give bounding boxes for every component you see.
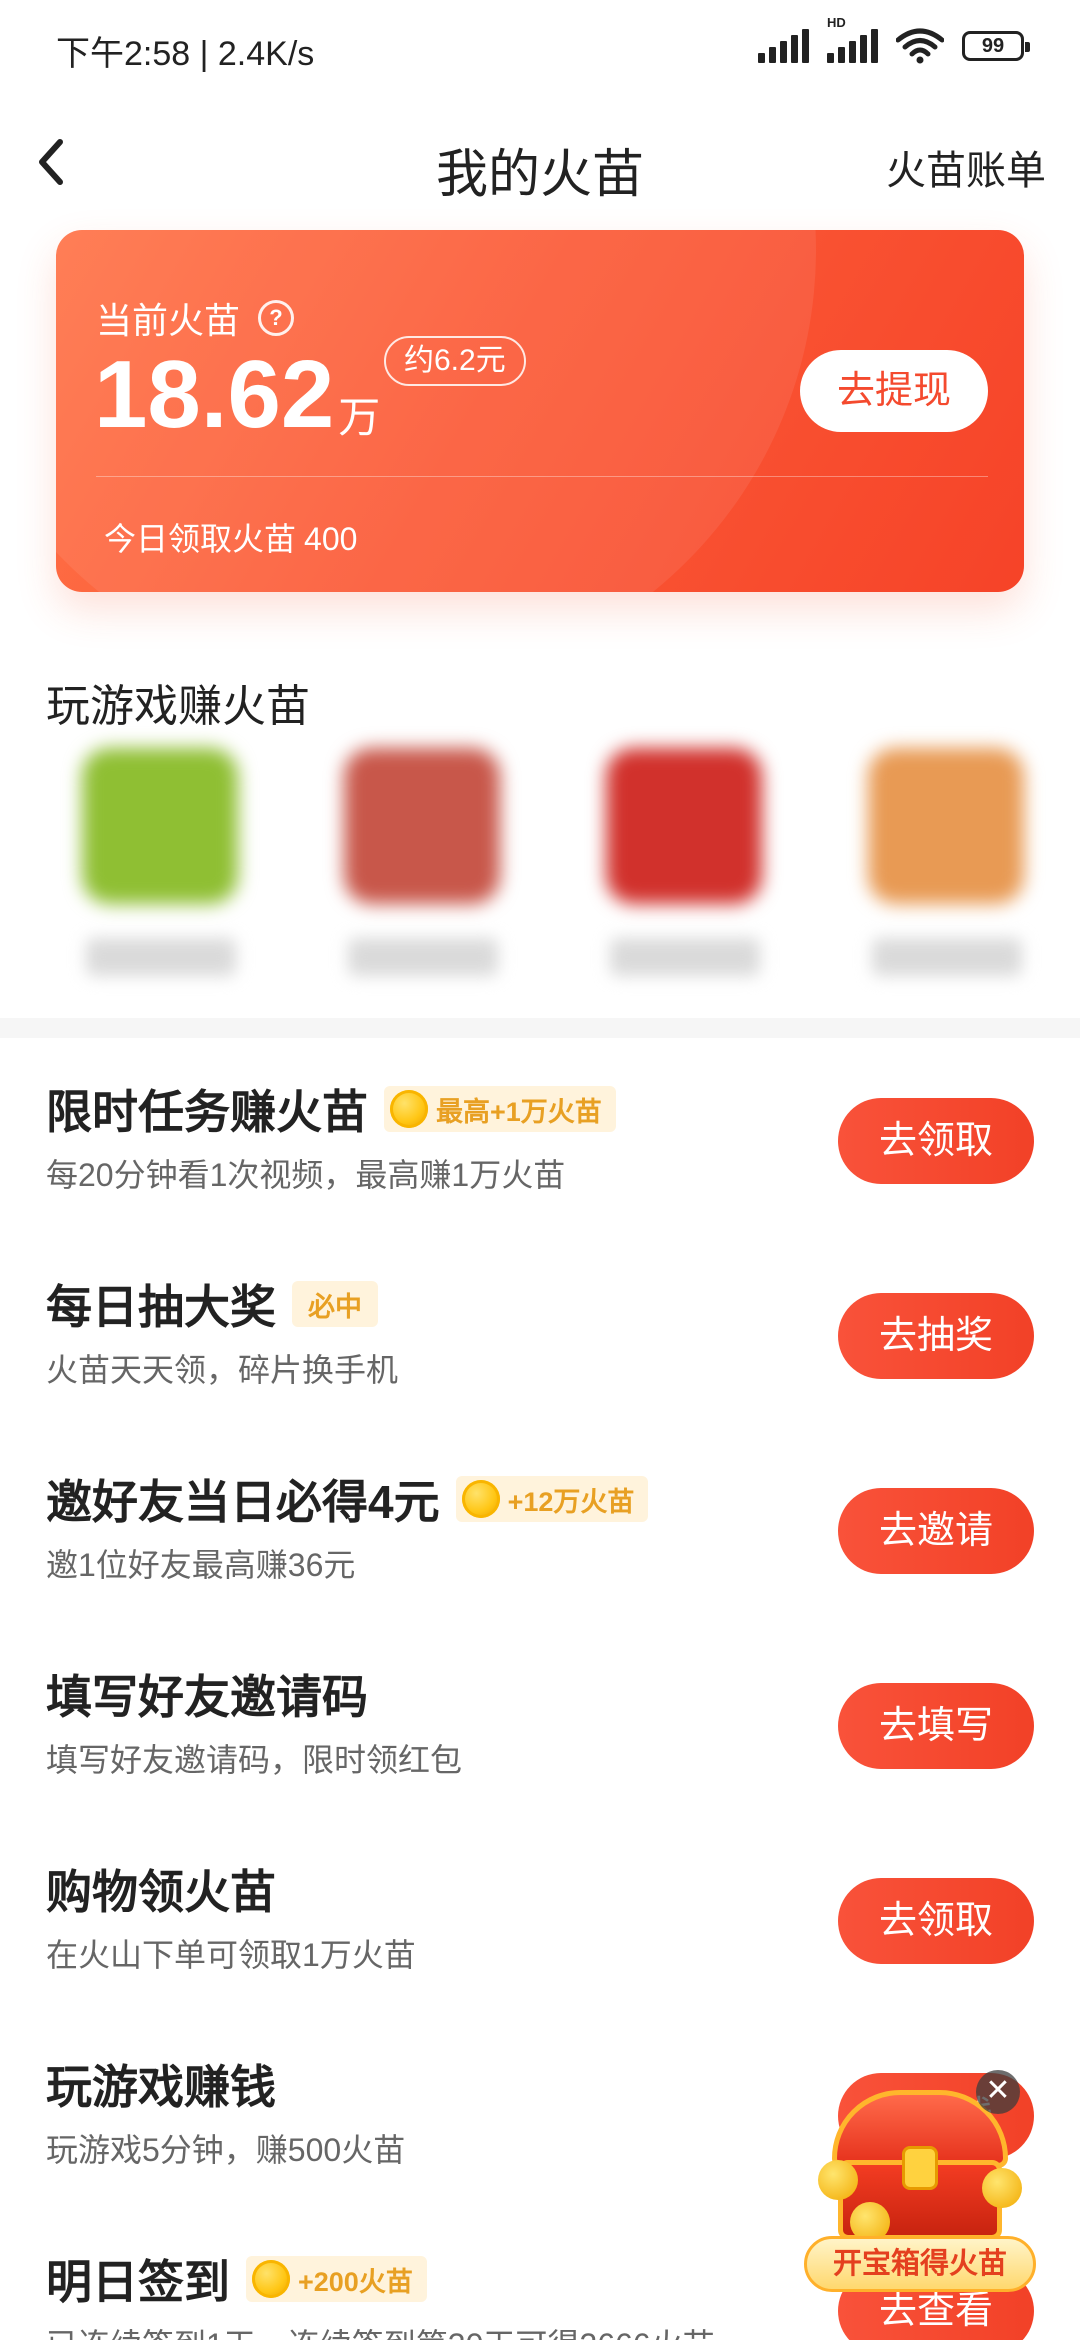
status-bar: 下午2:58 | 2.4K/s HD 99 bbox=[0, 0, 1080, 96]
game-thumbnail bbox=[82, 748, 238, 904]
reward-badge: +200火苗 bbox=[246, 2256, 427, 2302]
balance-label-row: 当前火苗 ? bbox=[96, 292, 295, 344]
game-item[interactable] bbox=[66, 748, 238, 998]
coin-icon bbox=[390, 1090, 428, 1128]
battery-icon: 99 bbox=[962, 31, 1030, 61]
coin-icon bbox=[252, 2260, 290, 2298]
game-name-blurred bbox=[86, 938, 236, 976]
task-action-button[interactable]: 去抽奖 bbox=[838, 1293, 1034, 1379]
task-description: 火苗天天领，碎片换手机 bbox=[46, 1352, 399, 1388]
task-item: 购物领火苗 在火山下单可领取1万火苗 去领取 bbox=[0, 1818, 1080, 2013]
status-time: 下午2:58 | 2.4K/s bbox=[56, 35, 315, 73]
task-title-row: 填写好友邀请码 bbox=[46, 1661, 368, 1727]
task-title: 限时任务赚火苗 bbox=[46, 1086, 368, 1138]
task-title: 每日抽大奖 bbox=[46, 1281, 276, 1333]
today-earned: 今日领取火苗 400 bbox=[96, 514, 357, 560]
task-item: 填写好友邀请码 填写好友邀请码，限时领红包 去填写 bbox=[0, 1623, 1080, 1818]
balance-number: 18.62 bbox=[94, 341, 335, 448]
task-description: 每20分钟看1次视频，最高赚1万火苗 bbox=[46, 1157, 566, 1193]
approx-value-badge: 约6.2元 bbox=[384, 336, 526, 386]
gold-coin-icon bbox=[982, 2168, 1022, 2208]
task-action-button[interactable]: 去领取 bbox=[838, 1098, 1034, 1184]
treasure-chest-icon bbox=[818, 2090, 1022, 2242]
reward-badge-text: +200火苗 bbox=[298, 2266, 413, 2297]
game-item[interactable] bbox=[590, 748, 762, 998]
signal-icon bbox=[758, 29, 809, 63]
task-description: 在火山下单可领取1万火苗 bbox=[46, 1937, 416, 1973]
task-title: 购物领火苗 bbox=[46, 1866, 276, 1918]
task-action-button[interactable]: 去填写 bbox=[838, 1683, 1034, 1769]
hd-label: HD bbox=[827, 15, 846, 30]
task-title: 邀好友当日必得4元 bbox=[46, 1476, 440, 1528]
balance-label: 当前火苗 bbox=[96, 300, 241, 341]
task-item: 每日抽大奖 必中 火苗天天领，碎片换手机 去抽奖 bbox=[0, 1233, 1080, 1428]
reward-badge-text: +12万火苗 bbox=[507, 1486, 635, 1517]
game-item[interactable] bbox=[328, 748, 500, 998]
task-description: 玩游戏5分钟，赚500火苗 bbox=[46, 2132, 406, 2168]
task-description: 邀1位好友最高赚36元 bbox=[46, 1547, 356, 1583]
task-description: 填写好友邀请码，限时领红包 bbox=[46, 1742, 463, 1778]
task-item: 限时任务赚火苗 最高+1万火苗 每20分钟看1次视频，最高赚1万火苗 去领取 bbox=[0, 1038, 1080, 1233]
balance-card: 当前火苗 ? 18.62 万 约6.2元 去提现 今日领取火苗 400 bbox=[56, 230, 1024, 592]
games-section-title: 玩游戏赚火苗 bbox=[46, 682, 310, 731]
help-icon[interactable]: ? bbox=[258, 300, 295, 336]
coin-icon bbox=[461, 1480, 500, 1518]
task-action-button[interactable]: 去邀请 bbox=[838, 1488, 1034, 1574]
task-title-row: 限时任务赚火苗 最高+1万火苗 bbox=[46, 1076, 616, 1142]
task-title: 明日签到 bbox=[46, 2256, 230, 2308]
reward-badge-text: 必中 bbox=[308, 1291, 362, 1322]
reward-badge: 最高+1万火苗 bbox=[384, 1086, 616, 1132]
game-item[interactable] bbox=[852, 748, 1024, 998]
game-name-blurred bbox=[348, 938, 498, 976]
reward-badge: 必中 bbox=[292, 1281, 378, 1327]
reward-badge: +12万火苗 bbox=[455, 1476, 649, 1522]
task-title-row: 玩游戏赚钱 bbox=[46, 2051, 276, 2117]
reward-badge-text: 最高+1万火苗 bbox=[436, 1096, 602, 1127]
battery-level: 99 bbox=[981, 34, 1005, 57]
task-title-row: 邀好友当日必得4元 +12万火苗 bbox=[46, 1466, 649, 1532]
chest-lock bbox=[902, 2146, 938, 2190]
task-title-row: 每日抽大奖 必中 bbox=[46, 1271, 378, 1337]
gold-coin-icon bbox=[818, 2160, 858, 2200]
balance-unit: 万 bbox=[338, 394, 381, 441]
game-name-blurred bbox=[610, 938, 760, 976]
treasure-box-float[interactable]: ✕ 开宝箱得火苗 bbox=[800, 2070, 1040, 2320]
task-title-row: 购物领火苗 bbox=[46, 1856, 276, 1922]
task-title: 填写好友邀请码 bbox=[46, 1671, 368, 1723]
treasure-box-label: 开宝箱得火苗 bbox=[804, 2236, 1036, 2292]
game-thumbnail bbox=[344, 748, 500, 904]
balance-amount: 18.62 万 bbox=[94, 340, 380, 450]
hd-signal-icon: HD bbox=[827, 15, 878, 63]
card-divider bbox=[96, 476, 988, 477]
wifi-icon bbox=[896, 28, 944, 64]
game-thumbnail bbox=[606, 748, 762, 904]
flame-bill-link[interactable]: 火苗账单 bbox=[886, 138, 1046, 196]
task-item: 邀好友当日必得4元 +12万火苗 邀1位好友最高赚36元 去邀请 bbox=[0, 1428, 1080, 1623]
games-row bbox=[66, 748, 1026, 998]
game-name-blurred bbox=[872, 938, 1022, 976]
withdraw-button[interactable]: 去提现 bbox=[800, 350, 988, 432]
nav-bar: 我的火苗 火苗账单 bbox=[0, 96, 1080, 246]
section-separator bbox=[0, 1018, 1080, 1038]
today-label: 今日领取火苗 bbox=[104, 521, 297, 557]
close-icon[interactable]: ✕ bbox=[976, 2070, 1020, 2114]
status-icons: HD 99 bbox=[758, 15, 1030, 68]
today-value: 400 bbox=[304, 521, 358, 557]
task-title-row: 明日签到 +200火苗 bbox=[46, 2246, 427, 2312]
task-description: 已连续签到1天，连续签到第30天可得2666火苗 bbox=[46, 2320, 715, 2340]
task-title: 玩游戏赚钱 bbox=[46, 2061, 276, 2113]
game-thumbnail bbox=[868, 748, 1024, 904]
task-action-button[interactable]: 去领取 bbox=[838, 1878, 1034, 1964]
